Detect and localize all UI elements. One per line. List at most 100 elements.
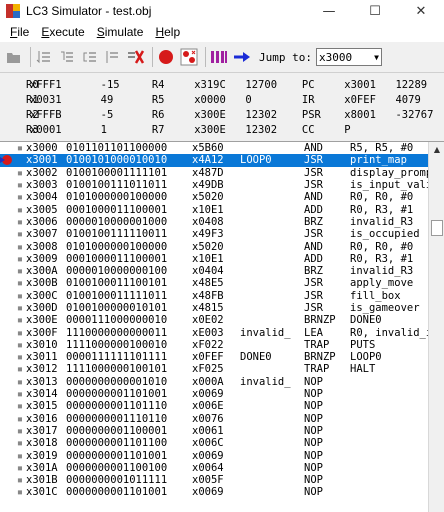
memory-row[interactable]: ▪ x3008 0101000000100000 x5020 AND R0, R0, #0 — [0, 240, 428, 253]
register-hex[interactable]: x8001 — [344, 109, 395, 121]
breakpoint-gutter[interactable] — [0, 228, 14, 240]
memory-row[interactable]: ▪ x301B 0000000001011111 x005F NOP — [0, 474, 428, 486]
breakpoint-gutter[interactable] — [0, 327, 14, 339]
breakpoint-gutter[interactable] — [0, 400, 14, 412]
register-dec[interactable]: 12289 — [395, 79, 444, 91]
breakpoint-gutter[interactable] — [0, 474, 14, 486]
breakpoint-gutter[interactable] — [0, 204, 14, 216]
breakpoint-gutter[interactable] — [0, 413, 14, 425]
breakpoint-gutter[interactable] — [0, 277, 14, 289]
memory-row[interactable]: ▪ x3002 0100100001111101 x487D JSR display_pr… — [0, 167, 428, 179]
clear-breakpoints-icon[interactable] — [179, 47, 199, 67]
breakpoint-gutter[interactable] — [0, 290, 14, 302]
memory-row[interactable]: ▪ x3004 0101000000100000 x5020 AND R0, R0, #0 — [0, 191, 428, 203]
breakpoint-icon[interactable] — [0, 154, 14, 166]
memory-row[interactable]: ▪ x300E 0000111000000010 x0E02 BRNZP DONE0 — [0, 314, 428, 326]
maximize-button[interactable]: ☐ — [352, 0, 398, 22]
breakpoint-gutter[interactable] — [0, 142, 14, 154]
register-hex[interactable]: P — [344, 124, 395, 136]
finish-icon[interactable] — [103, 47, 123, 67]
breakpoint-gutter[interactable] — [0, 216, 14, 228]
breakpoint-gutter[interactable] — [0, 253, 14, 265]
register-dec[interactable]: 12302 — [245, 109, 302, 121]
breakpoint-gutter[interactable] — [0, 241, 14, 253]
breakpoint-gutter[interactable] — [0, 265, 14, 277]
memory-listing[interactable]: ▪ x3000 0101101101100000 x5B60 AND R5, R5, #0… — [0, 142, 428, 512]
register-hex[interactable]: x0FEF — [344, 94, 395, 106]
memory-row[interactable]: ▪ x300D 0100100000010101 x4815 JSR is_gameove… — [0, 302, 428, 314]
memory-row[interactable]: ▪ x301C 0000000001101001 x0069 NOP — [0, 486, 428, 498]
breakpoint-gutter[interactable] — [0, 167, 14, 179]
step-into-icon[interactable] — [57, 47, 77, 67]
memory-row[interactable]: ▪ x3007 0100100111110011 x49F3 JSR is_occupie… — [0, 228, 428, 240]
register-hex[interactable]: x300E — [194, 109, 245, 121]
memory-icon[interactable] — [209, 47, 229, 67]
scroll-up-icon[interactable]: ▲ — [429, 142, 444, 156]
register-dec[interactable]: 49 — [101, 94, 152, 106]
memory-row[interactable]: ▪ x300A 0000010000000100 x0404 BRZ invalid_R3 — [0, 265, 428, 277]
breakpoint-icon[interactable] — [156, 47, 176, 67]
memory-row[interactable]: ▪ x3009 0001000011100001 x10E1 ADD R0, R3, #1 — [0, 253, 428, 265]
register-dec[interactable]: 1 — [101, 124, 152, 136]
close-button[interactable]: ✕ — [398, 0, 444, 22]
breakpoint-gutter[interactable] — [0, 179, 14, 191]
breakpoint-gutter[interactable] — [0, 486, 14, 498]
step-over-icon[interactable] — [34, 47, 54, 67]
minimize-button[interactable]: — — [306, 0, 352, 22]
memory-row[interactable]: ▪ x3005 0001000011100001 x10E1 ADD R0, R3, #1 — [0, 203, 428, 216]
memory-row[interactable]: ▪ x3013 0000000000001010 x000A invalid_ NOP — [0, 376, 428, 388]
menu-simulate[interactable]: Simulate — [91, 25, 150, 39]
breakpoint-gutter[interactable] — [0, 437, 14, 449]
memory-row[interactable]: ▪ x301A 0000000001100100 x0064 NOP — [0, 462, 428, 474]
breakpoint-gutter[interactable] — [0, 191, 14, 203]
breakpoint-gutter[interactable] — [0, 462, 14, 474]
memory-row[interactable]: ▪ x3012 1111000000100101 xF025 TRAP HALT — [0, 363, 428, 375]
scrollbar-thumb[interactable] — [431, 220, 443, 236]
stop-icon[interactable] — [126, 47, 146, 67]
breakpoint-gutter[interactable] — [0, 339, 14, 351]
register-dec[interactable]: 12700 — [245, 79, 302, 91]
register-hex[interactable]: xFFFB — [26, 109, 101, 121]
register-dec[interactable]: 4079 — [395, 94, 444, 106]
breakpoint-gutter[interactable] — [0, 351, 14, 363]
memory-row[interactable]: ▪ x3000 0101101101100000 x5B60 AND R5, R5, #0 — [0, 142, 428, 154]
memory-row[interactable]: ▪ x300F 1110000000000011 xE003 invalid_ LEA R0… — [0, 326, 428, 339]
memory-row[interactable]: ▪ x3015 0000000001101110 x006E NOP — [0, 400, 428, 412]
memory-row[interactable]: x3001 0100101000010010 x4A12 LOOP0 JSR print_… — [0, 154, 428, 167]
memory-row[interactable]: ▪ x3006 0000010000001000 x0408 BRZ invalid_R3 — [0, 216, 428, 228]
register-hex[interactable]: xFFF1 — [26, 79, 101, 91]
register-dec[interactable]: -5 — [101, 109, 152, 121]
memory-row[interactable]: ▪ x3018 0000000001101100 x006C NOP — [0, 437, 428, 449]
register-hex[interactable]: x0000 — [194, 94, 245, 106]
register-hex[interactable]: x0001 — [26, 124, 101, 136]
register-dec[interactable]: -15 — [101, 79, 152, 91]
memory-row[interactable]: ▪ x3019 0000000001101001 x0069 NOP — [0, 449, 428, 462]
breakpoint-gutter[interactable] — [0, 450, 14, 462]
register-hex[interactable]: x319C — [194, 79, 245, 91]
step-out-icon[interactable] — [80, 47, 100, 67]
breakpoint-gutter[interactable] — [0, 425, 14, 437]
breakpoint-gutter[interactable] — [0, 376, 14, 388]
register-hex[interactable]: x0031 — [26, 94, 101, 106]
register-dec[interactable]: 0 — [245, 94, 302, 106]
memory-row[interactable]: ▪ x3003 0100100111011011 x49DB JSR is_input_v… — [0, 179, 428, 191]
memory-row[interactable]: ▪ x300B 0100100011100101 x48E5 JSR apply_move — [0, 277, 428, 289]
register-hex[interactable]: x3001 — [344, 79, 395, 91]
memory-row[interactable]: ▪ x300C 0100100011111011 x48FB JSR fill_box — [0, 290, 428, 302]
jump-to-select[interactable]: x3000 ▼ — [315, 48, 382, 66]
breakpoint-gutter[interactable] — [0, 388, 14, 400]
register-dec[interactable]: -32767 — [395, 109, 444, 121]
register-dec[interactable]: 12302 — [245, 124, 302, 136]
breakpoint-gutter[interactable] — [0, 302, 14, 314]
register-hex[interactable]: x300E — [194, 124, 245, 136]
memory-row[interactable]: ▪ x3010 1111000000100010 xF022 TRAP PUTS — [0, 339, 428, 351]
menu-execute[interactable]: Execute — [35, 25, 90, 39]
breakpoint-gutter[interactable] — [0, 363, 14, 375]
memory-row[interactable]: ▪ x3016 0000000001110110 x0076 NOP — [0, 413, 428, 425]
open-file-icon[interactable] — [4, 47, 24, 67]
vertical-scrollbar[interactable]: ▲ — [428, 142, 444, 512]
menu-help[interactable]: Help — [149, 25, 186, 39]
memory-row[interactable]: ▪ x3017 0000000001100001 x0061 NOP — [0, 425, 428, 437]
breakpoint-gutter[interactable] — [0, 314, 14, 326]
memory-row[interactable]: ▪ x3011 0000111111101111 x0FEF DONE0 BRNZP LOO… — [0, 351, 428, 363]
